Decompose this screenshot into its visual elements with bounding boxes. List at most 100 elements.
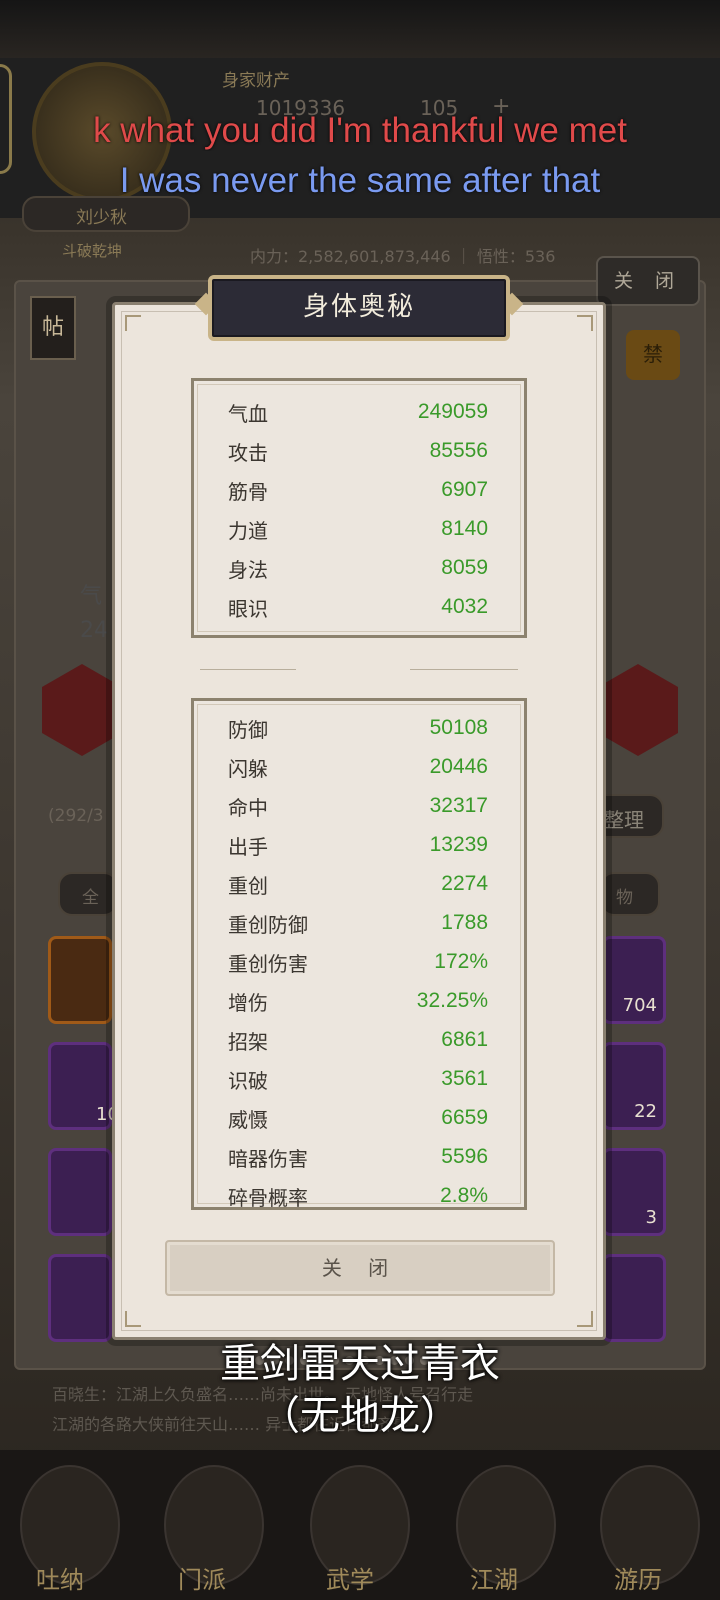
filter-item-label: 物 [616,888,633,908]
stat-value: 6659 [441,1106,488,1129]
stat-name: 气血 [228,401,268,426]
stat-row: 招架 6861 [228,1021,488,1059]
stat-name: 闪躲 [228,756,268,781]
inventory-slot[interactable]: 704 [602,936,666,1024]
stat-row: 暗器伤害 5596 [228,1138,488,1176]
stat-value-fragment: 24 [80,618,108,643]
corner-ornament [577,315,593,331]
inventory-count: (292/3 [48,806,104,826]
stat-name: 防御 [228,717,268,742]
stat-name: 攻击 [228,440,268,465]
power-stats-line: 内力：2,582,601,873,446 ｜ 悟性：536 [250,247,556,266]
nav-label: 游历 [614,1566,662,1594]
corner-ornament [577,1311,593,1327]
stat-value: 4032 [441,595,488,618]
inventory-slot[interactable] [602,1254,666,1342]
tie-badge[interactable]: 帖 [30,296,76,360]
inventory-slot[interactable]: 22 [602,1042,666,1130]
player-title: 斗破乾坤 [62,242,123,260]
stat-row: 识破 3561 [228,1060,488,1098]
stat-name: 重创伤害 [228,951,308,976]
stat-value: 32317 [429,794,488,817]
corner-ornament [125,315,141,331]
stat-row: 防御 50108 [228,709,488,747]
nav-label: 江湖 [470,1566,518,1594]
close-button[interactable]: 关 闭 [165,1240,555,1296]
stat-row: 重创防御 1788 [228,904,488,942]
nav-label: 吐纳 [36,1566,84,1594]
corner-ornament [125,1311,141,1327]
stat-value: 6861 [441,1028,488,1051]
stat-value: 1788 [441,911,488,934]
stat-row: 碎骨概率 2.8% [228,1177,488,1210]
stat-name: 暗器伤害 [228,1146,308,1171]
stat-name: 力道 [228,518,268,543]
stat-row: 出手 13239 [228,826,488,864]
primary-stats-box: 气血 249059 攻击 85556 筋骨 6907 力道 8140 身法 8059 眼识… [191,378,527,638]
stat-row: 筋骨 6907 [228,471,488,509]
side-expand-tab[interactable] [0,64,12,174]
slot-count: 3 [645,1207,657,1228]
secondary-stats-box[interactable]: 防御 50108 闪躲 20446 命中 32317 出手 13239 重创 2274 重… [191,698,527,1210]
stat-row: 威慑 6659 [228,1099,488,1137]
stat-name: 识破 [228,1068,268,1093]
divider-line [200,669,296,670]
stat-name: 身法 [228,557,268,582]
inventory-slot[interactable]: 3 [602,1148,666,1236]
stat-row: 力道 8140 [228,510,488,548]
stat-value: 32.25% [416,989,488,1012]
stat-value: 3561 [441,1067,488,1090]
stat-value: 13239 [429,833,488,856]
stat-name: 出手 [228,834,268,859]
stat-value: 20446 [429,755,488,778]
subtitle-chinese-line2: （无地龙） [260,1393,460,1439]
lock-badge[interactable]: 禁 [626,330,680,380]
stat-row: 身法 8059 [228,549,488,587]
stat-name: 重创防御 [228,912,308,937]
stat-name: 眼识 [228,596,268,621]
stat-value: 5596 [441,1145,488,1168]
inventory-slot[interactable] [48,936,112,1024]
stat-name: 增伤 [228,990,268,1015]
stat-value: 6907 [441,478,488,501]
stat-name: 筋骨 [228,479,268,504]
stat-row: 重创 2274 [228,865,488,903]
stat-name: 碎骨概率 [228,1185,308,1210]
stat-value: 50108 [429,716,488,739]
subtitle-english-blue: I was never the same after that [119,161,601,200]
stat-value: 2.8% [440,1184,488,1207]
slot-count: 704 [622,995,657,1016]
background-close-button[interactable]: 关 闭 [596,256,700,306]
filter-all-label: 全 [82,888,99,908]
stat-name: 重创 [228,873,268,898]
stat-row: 增伤 32.25% [228,982,488,1020]
section-divider [200,668,518,672]
stat-value: 8059 [441,556,488,579]
stat-row: 眼识 4032 [228,588,488,626]
divider-line [410,669,518,670]
stat-value: 172% [434,950,488,973]
stat-name: 威慑 [228,1107,268,1132]
stat-name: 招架 [228,1029,268,1054]
stat-row: 闪躲 20446 [228,748,488,786]
stat-value: 8140 [441,517,488,540]
subtitle-chinese-line1: 重剑雷天过青衣 [220,1341,500,1387]
assets-label: 身家财产 [222,71,290,91]
stat-value: 249059 [417,400,488,423]
player-name: 刘少秋 [76,208,127,228]
stat-row: 攻击 85556 [228,432,488,470]
subtitle-english-red: k what you did I'm thankful we met [93,111,627,150]
stat-row: 命中 32317 [228,787,488,825]
stat-row: 重创伤害 172% [228,943,488,981]
nav-label: 门派 [178,1566,226,1594]
inventory-slot[interactable] [48,1254,112,1342]
stat-name-fragment: 气 [80,584,103,609]
inventory-slot[interactable] [48,1148,112,1236]
nav-label: 武学 [326,1566,374,1594]
stat-row: 气血 249059 [228,393,488,431]
sort-label: 整理 [604,808,644,832]
stat-value: 2274 [441,872,488,895]
dialog-title: 身体奥秘 [208,275,510,341]
stat-name: 命中 [228,795,268,820]
slot-count: 22 [634,1101,657,1122]
